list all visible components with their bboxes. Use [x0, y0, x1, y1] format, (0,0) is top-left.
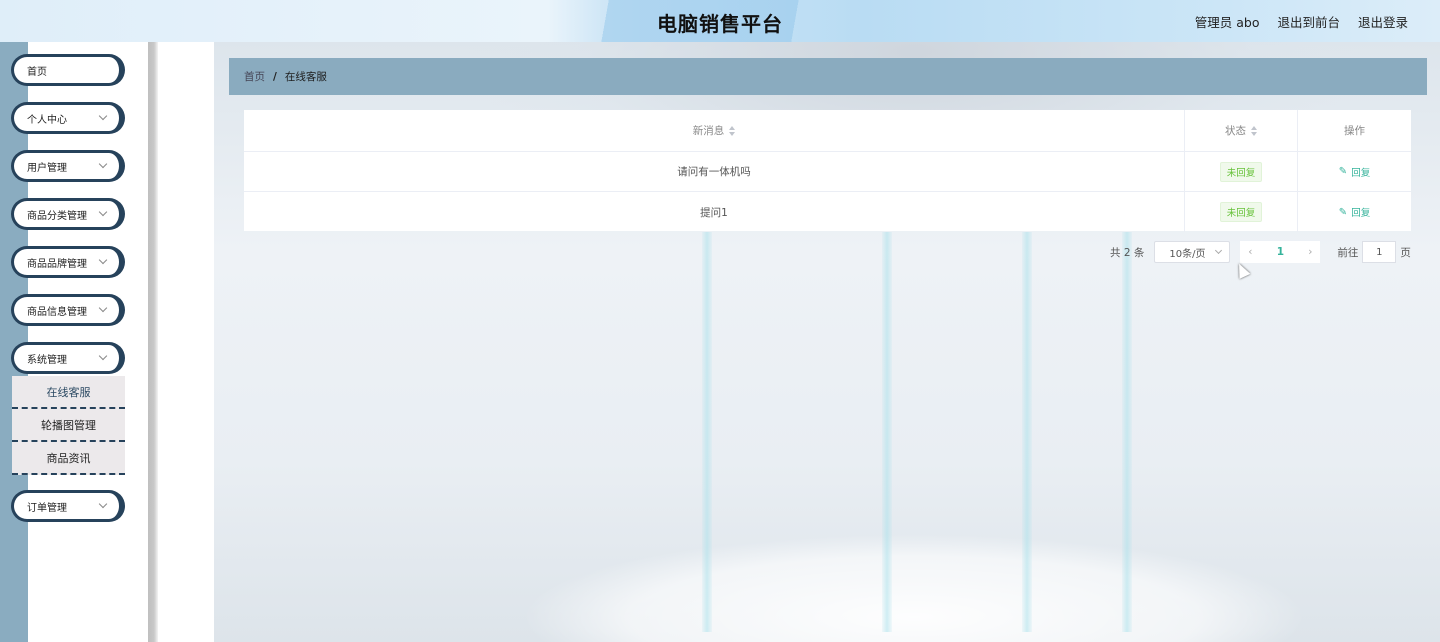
column-header-action: 操作: [1298, 110, 1411, 151]
next-page-button[interactable]: ›: [1300, 241, 1321, 263]
goto-label: 前往: [1337, 246, 1359, 259]
sidebar-item-label: 商品品牌管理: [27, 258, 87, 270]
reply-label: 回复: [1351, 208, 1371, 219]
sidebar-subitem-carousel[interactable]: 轮播图管理: [12, 409, 125, 442]
sidebar-subitem-news[interactable]: 商品资讯: [12, 442, 125, 475]
logout-link[interactable]: 退出登录: [1358, 12, 1408, 31]
status-cell: 未回复: [1185, 152, 1298, 191]
sidebar-item-personal-center[interactable]: 个人中心: [11, 102, 125, 134]
sidebar-item-system-management[interactable]: 系统管理: [11, 342, 125, 374]
action-cell: ✎ 回复: [1298, 152, 1411, 191]
breadcrumb-current: 在线客服: [284, 71, 327, 83]
main-content: 首页 / 在线客服 新消息 状态 操作 请问有一体机吗 未回复 ✎ 回复 提问1…: [214, 42, 1440, 642]
chevron-down-icon: [1215, 246, 1223, 255]
pagination: 共 2 条 10条/页 ‹ 1 › 前往 页: [1110, 241, 1411, 263]
status-badge: 未回复: [1219, 202, 1263, 222]
sidebar-item-user-management[interactable]: 用户管理: [11, 150, 125, 182]
content-gutter: [158, 42, 214, 642]
submenu-label: 在线客服: [46, 385, 91, 399]
sidebar-item-label: 系统管理: [27, 354, 67, 366]
submenu-label: 轮播图管理: [41, 418, 96, 432]
sidebar-item-brand-management[interactable]: 商品品牌管理: [11, 246, 125, 278]
breadcrumb-separator: /: [273, 70, 277, 83]
reply-label: 回复: [1351, 167, 1371, 179]
sidebar-item-label: 商品分类管理: [27, 210, 87, 222]
background-pillar: [1122, 232, 1132, 632]
chevron-down-icon: [98, 499, 108, 509]
column-header-label: 状态: [1225, 125, 1246, 137]
table-row: 提问1 未回复 ✎ 回复: [244, 192, 1411, 232]
sidebar-item-label: 个人中心: [27, 114, 67, 126]
sidebar-item-label: 商品信息管理: [27, 306, 87, 318]
current-user: 管理员 abo: [1194, 15, 1260, 30]
reply-button[interactable]: ✎ 回复: [1339, 165, 1370, 179]
chevron-down-icon: [98, 111, 108, 121]
sidebar-item-label: 订单管理: [27, 502, 67, 514]
breadcrumb: 首页 / 在线客服: [229, 58, 1427, 95]
chevron-down-icon: [98, 207, 108, 217]
sidebar-subitem-online-service[interactable]: 在线客服: [12, 376, 125, 409]
sidebar-item-order-management[interactable]: 订单管理: [11, 490, 125, 522]
page-suffix: 页: [1400, 246, 1411, 259]
chevron-down-icon: [98, 351, 108, 361]
edit-icon: ✎: [1338, 166, 1348, 177]
status-cell: 未回复: [1185, 192, 1298, 232]
prev-page-button[interactable]: ‹: [1240, 241, 1261, 263]
reply-button[interactable]: ✎ 回复: [1338, 205, 1371, 220]
table-header-row: 新消息 状态 操作: [244, 110, 1411, 152]
edit-icon: ✎: [1338, 206, 1348, 218]
column-header-label: 操作: [1344, 125, 1365, 137]
sidebar-scroll-divider: [148, 42, 158, 642]
page-number-button[interactable]: 1: [1260, 241, 1301, 263]
messages-table: 新消息 状态 操作 请问有一体机吗 未回复 ✎ 回复 提问1 未回复 ✎ 回复: [244, 110, 1411, 232]
front-site-link[interactable]: 退出到前台: [1277, 12, 1340, 31]
action-cell: ✎ 回复: [1298, 192, 1411, 232]
sidebar-item-label: 首页: [27, 66, 47, 78]
background-pillar: [882, 232, 892, 632]
background-pillar: [1022, 232, 1032, 632]
background-pillar: [702, 232, 712, 632]
chevron-down-icon: [98, 159, 108, 169]
sort-icon[interactable]: [729, 125, 736, 136]
page-size-value: 10条/页: [1169, 248, 1206, 260]
header-actions: 管理员 abo 退出到前台 退出登录: [1195, 12, 1408, 31]
submenu-label: 商品资讯: [46, 451, 91, 465]
page-size-select[interactable]: 10条/页: [1154, 241, 1231, 263]
message-cell: 提问1: [244, 192, 1185, 232]
table-row: 请问有一体机吗 未回复 ✎ 回复: [244, 152, 1411, 192]
sidebar-item-category-management[interactable]: 商品分类管理: [11, 198, 125, 230]
column-header-label: 新消息: [692, 125, 725, 137]
goto-page-input[interactable]: [1362, 241, 1397, 263]
chevron-down-icon: [98, 303, 108, 313]
breadcrumb-home[interactable]: 首页: [244, 69, 265, 84]
sort-icon[interactable]: [1251, 125, 1257, 136]
sidebar-item-product-management[interactable]: 商品信息管理: [11, 294, 125, 326]
column-header-message[interactable]: 新消息: [244, 110, 1185, 151]
sidebar-item-label: 用户管理: [27, 162, 67, 174]
pagination-total: 共 2 条: [1110, 246, 1145, 259]
chevron-down-icon: [98, 255, 108, 265]
column-header-status[interactable]: 状态: [1185, 110, 1298, 151]
top-header: 电脑销售平台 管理员 abo 退出到前台 退出登录: [0, 0, 1440, 42]
sidebar-item-home[interactable]: 首页: [11, 54, 125, 86]
message-cell: 请问有一体机吗: [244, 152, 1185, 191]
status-badge: 未回复: [1219, 161, 1263, 182]
